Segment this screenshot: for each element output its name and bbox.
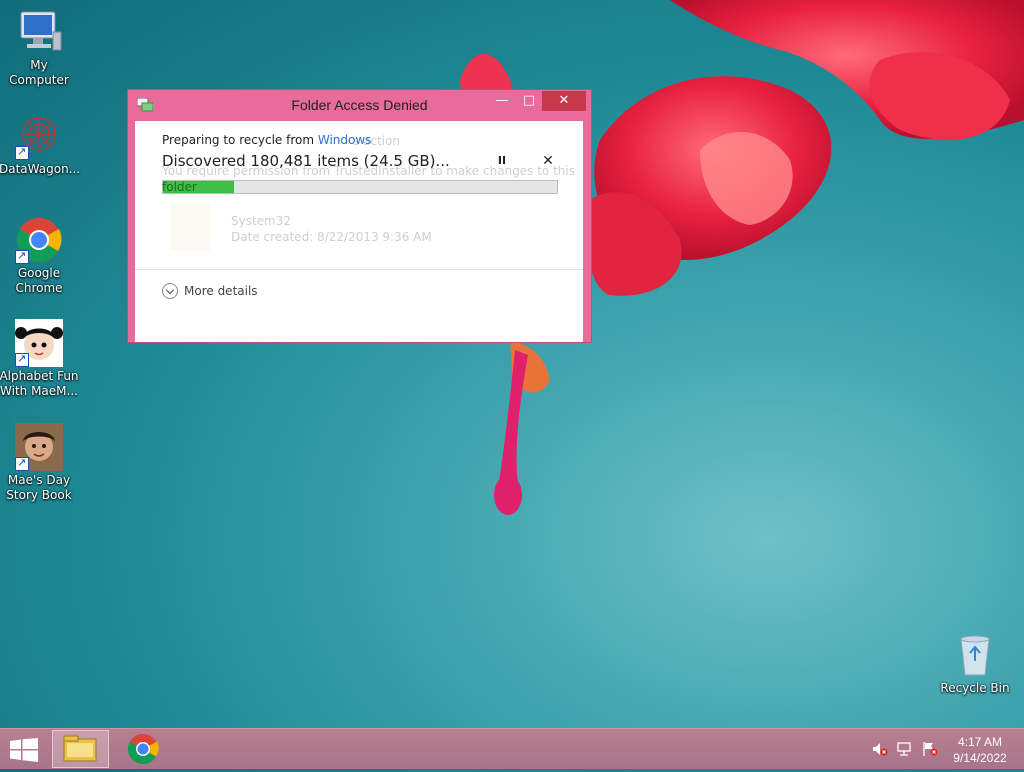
desktop-icon-label: My Computer xyxy=(9,58,69,87)
recycle-bin-icon xyxy=(951,631,999,679)
desktop-icon-google-chrome[interactable]: Google Chrome xyxy=(0,216,79,296)
network-icon[interactable] xyxy=(897,741,913,757)
dialog-body: s action You require permission from Tru… xyxy=(135,121,583,342)
story-book-icon xyxy=(15,423,63,471)
taskbar-clock[interactable]: 4:17 AM 9/14/2022 xyxy=(940,734,1020,766)
more-details-label: More details xyxy=(184,284,258,298)
folder-icon xyxy=(170,203,210,251)
start-button[interactable] xyxy=(10,738,38,762)
desktop-icon-recycle-bin[interactable]: Recycle Bin xyxy=(935,631,1015,696)
progress-bar xyxy=(162,180,558,194)
taskbar: 4:17 AM 9/14/2022 xyxy=(0,728,1024,769)
desktop-icon-maes-day[interactable]: Mae's Day Story Book xyxy=(0,423,79,503)
chrome-icon xyxy=(127,734,159,765)
background-folder-word: folder xyxy=(162,180,197,194)
folder-access-denied-dialog: Folder Access Denied — □ ✕ s action You … xyxy=(128,90,591,342)
shortcut-arrow-icon xyxy=(15,351,29,367)
clock-date: 9/14/2022 xyxy=(953,751,1007,765)
dialog-titlebar[interactable]: Folder Access Denied — □ ✕ xyxy=(128,90,591,120)
pause-button[interactable]: II xyxy=(495,154,509,168)
desktop-icon-label: Mae's Day Story Book xyxy=(6,473,72,502)
discovered-status: Discovered 180,481 items (24.5 GB)... xyxy=(162,152,450,170)
datawagon-icon xyxy=(15,112,63,160)
background-item-name: System32 xyxy=(231,214,292,228)
desktop-icon-my-computer[interactable]: My Computer xyxy=(0,8,79,88)
taskbar-file-explorer[interactable] xyxy=(52,730,109,768)
clock-time: 4:17 AM xyxy=(957,735,1003,749)
desktop-icon-label: Google Chrome xyxy=(15,266,63,295)
background-item-date: Date created: 8/22/2013 9:36 AM xyxy=(231,230,432,244)
preparing-text: Preparing to recycle from Windows xyxy=(162,133,371,147)
minimize-button[interactable]: — xyxy=(488,91,516,111)
alphabet-fun-icon xyxy=(15,319,63,367)
desktop-icon-alphabet-fun[interactable]: Alphabet Fun With MaeM... xyxy=(0,319,79,399)
more-details-button[interactable]: More details xyxy=(162,283,258,299)
divider xyxy=(135,269,583,270)
source-location-link[interactable]: Windows xyxy=(318,133,372,147)
desktop-icon-datawagon[interactable]: DataWagon... xyxy=(0,112,81,177)
chrome-icon xyxy=(15,216,63,264)
volume-muted-icon[interactable] xyxy=(872,741,888,757)
action-center-flag-icon[interactable] xyxy=(922,741,938,757)
windows-logo-icon xyxy=(10,738,38,762)
close-button[interactable]: ✕ xyxy=(542,91,586,111)
shortcut-arrow-icon xyxy=(15,144,29,160)
chevron-down-icon xyxy=(162,283,178,299)
taskbar-google-chrome[interactable] xyxy=(115,730,172,768)
shortcut-arrow-icon xyxy=(15,248,29,264)
file-explorer-icon xyxy=(63,735,97,762)
preparing-prefix: Preparing to recycle from xyxy=(162,133,318,147)
stop-button[interactable]: ✕ xyxy=(541,153,555,169)
computer-icon xyxy=(15,8,63,56)
desktop-icon-label: Alphabet Fun With MaeM... xyxy=(0,369,79,398)
maximize-button[interactable]: □ xyxy=(516,91,542,111)
shortcut-arrow-icon xyxy=(15,455,29,471)
desktop-icon-label: Recycle Bin xyxy=(940,681,1010,695)
desktop-icon-label: DataWagon... xyxy=(0,162,81,176)
